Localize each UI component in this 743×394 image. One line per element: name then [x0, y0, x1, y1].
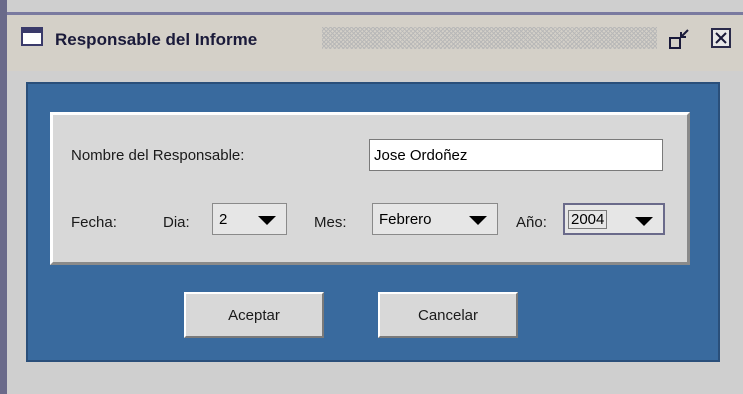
title-bar-texture: [322, 27, 657, 49]
dia-label: Dia:: [163, 214, 190, 231]
dia-value: 2: [219, 211, 228, 228]
chevron-down-icon[interactable]: [635, 217, 653, 226]
form-panel: [50, 112, 690, 265]
anio-label: Año:: [516, 214, 547, 231]
dia-select[interactable]: 2: [212, 203, 287, 235]
accept-button[interactable]: Aceptar: [184, 292, 324, 338]
cancel-button[interactable]: Cancelar: [378, 292, 518, 338]
fecha-label: Fecha:: [71, 214, 117, 231]
window-title: Responsable del Informe: [55, 30, 258, 49]
responsable-input[interactable]: Jose Ordoñez: [369, 139, 663, 171]
dialog-window: Responsable del Informe Nombre del Respo…: [0, 0, 743, 394]
chevron-down-icon[interactable]: [469, 216, 487, 225]
mes-value: Febrero: [379, 211, 432, 228]
responsable-label: Nombre del Responsable:: [71, 147, 245, 164]
window-edge: [0, 0, 7, 394]
mes-select[interactable]: Febrero: [372, 203, 498, 235]
mes-label: Mes:: [314, 214, 347, 231]
window-icon: [21, 27, 43, 46]
anio-select[interactable]: 2004: [563, 203, 665, 235]
minimize-icon[interactable]: [669, 29, 691, 49]
anio-value: 2004: [568, 210, 608, 229]
close-icon[interactable]: [711, 28, 731, 48]
chevron-down-icon[interactable]: [258, 216, 276, 225]
